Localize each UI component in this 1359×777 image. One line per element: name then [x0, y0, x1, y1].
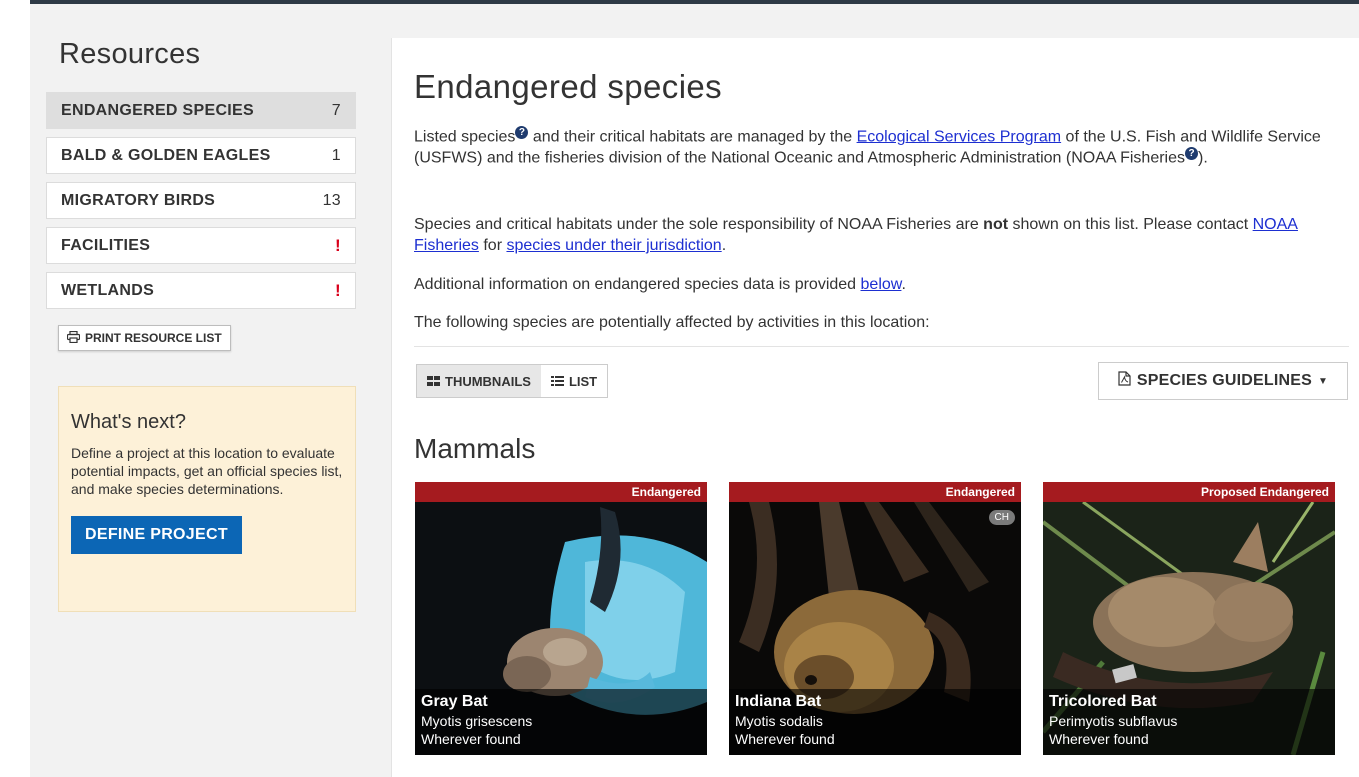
sidebar-item-facilities[interactable]: FACILITIES !	[46, 227, 356, 264]
species-caption: Indiana Bat Myotis sodalis Wherever foun…	[729, 689, 1021, 755]
whats-next-title: What's next?	[71, 411, 186, 433]
species-range: Wherever found	[421, 731, 521, 747]
sidebar-item-count: 13	[322, 191, 341, 209]
main-content: Endangered species Listed species? and t…	[391, 38, 1359, 777]
intro-paragraph: Listed species? and their critical habit…	[414, 126, 1349, 169]
list-icon	[550, 374, 564, 389]
print-resource-list-button[interactable]: PRINT RESOURCE LIST	[58, 325, 231, 351]
text-span: and their critical habitats are managed …	[528, 128, 857, 146]
species-caption: Tricolored Bat Perimyotis subflavus Wher…	[1043, 689, 1335, 755]
species-range: Wherever found	[735, 731, 835, 747]
pdf-file-icon	[1118, 371, 1131, 391]
list-view-button[interactable]: LIST	[541, 365, 607, 397]
ecological-services-link[interactable]: Ecological Services Program	[857, 128, 1062, 145]
page-left-gutter	[0, 0, 30, 777]
text-span: Listed species	[414, 128, 516, 146]
text-span: .	[721, 237, 727, 254]
text-span: Species and critical habitats under the …	[414, 216, 984, 233]
define-project-button[interactable]: DEFINE PROJECT	[71, 516, 242, 554]
species-common-name: Tricolored Bat	[1049, 693, 1157, 710]
sidebar-item-migratory-birds[interactable]: MIGRATORY BIRDS 13	[46, 182, 356, 219]
sidebar-item-label: BALD & GOLDEN EAGLES	[61, 146, 271, 164]
species-guidelines-dropdown[interactable]: SPECIES GUIDELINES ▼	[1098, 362, 1348, 400]
group-title-mammals: Mammals	[414, 433, 536, 464]
sidebar-item-count: 1	[331, 146, 341, 164]
warning-icon: !	[335, 235, 341, 255]
status-badge: Endangered	[415, 482, 707, 502]
sidebar-item-label: ENDANGERED SPECIES	[61, 101, 254, 119]
noaa-paragraph: Species and critical habitats under the …	[414, 214, 1349, 256]
below-link[interactable]: below	[861, 276, 902, 293]
top-border	[30, 0, 1359, 4]
text-span: shown on this list. Please contact	[1008, 216, 1253, 233]
whats-next-text: Define a project at this location to eva…	[71, 445, 343, 497]
status-badge: Proposed Endangered	[1043, 482, 1335, 502]
print-button-label: PRINT RESOURCE LIST	[85, 331, 222, 345]
species-card-gray-bat[interactable]: Endangered Gray Bat Myotis grisescens Wh…	[415, 482, 707, 755]
guidelines-label: SPECIES GUIDELINES	[1136, 372, 1313, 389]
sidebar-item-wetlands[interactable]: WETLANDS !	[46, 272, 356, 309]
species-card-tricolored-bat[interactable]: Proposed Endangered Tricolored Bat Perim…	[1043, 482, 1335, 755]
sidebar-item-endangered-species[interactable]: ENDANGERED SPECIES 7	[46, 92, 356, 129]
sidebar-item-label: MIGRATORY BIRDS	[61, 191, 216, 209]
status-badge: Endangered	[729, 482, 1021, 502]
sidebar-title: Resources	[59, 38, 201, 70]
warning-icon: !	[335, 280, 341, 300]
additional-info-paragraph: Additional information on endangered spe…	[414, 274, 1349, 295]
critical-habitat-badge: CH	[988, 510, 1015, 525]
sidebar-item-label: FACILITIES	[61, 236, 151, 254]
species-card-indiana-bat[interactable]: Endangered CH Indiana Bat Myotis sodalis…	[729, 482, 1021, 755]
caret-down-icon: ▼	[1318, 375, 1329, 387]
page-title: Endangered species	[414, 68, 723, 105]
whats-next-panel: What's next? Define a project at this lo…	[58, 386, 356, 612]
bold-text: not	[983, 216, 1009, 233]
species-caption: Gray Bat Myotis grisescens Wherever foun…	[415, 689, 707, 755]
text-span: .	[901, 276, 906, 293]
help-icon[interactable]: ?	[1185, 147, 1198, 161]
species-scientific-name: Myotis grisescens	[421, 713, 533, 729]
jurisdiction-link[interactable]: species under their jurisdiction	[506, 237, 721, 254]
species-common-name: Gray Bat	[421, 693, 488, 710]
thumbnails-view-button[interactable]: THUMBNAILS	[417, 365, 541, 397]
text-span: ).	[1198, 149, 1208, 167]
grid-icon	[427, 374, 440, 389]
species-scientific-name: Myotis sodalis	[735, 713, 823, 729]
sidebar-item-bald-golden-eagles[interactable]: BALD & GOLDEN EAGLES 1	[46, 137, 356, 174]
thumbnails-label: THUMBNAILS	[445, 373, 531, 389]
list-label: LIST	[568, 373, 598, 389]
resources-sidebar: Resources ENDANGERED SPECIES 7 BALD & GO…	[46, 38, 356, 612]
species-range: Wherever found	[1049, 731, 1149, 747]
species-common-name: Indiana Bat	[735, 693, 822, 710]
affected-species-text: The following species are potentially af…	[414, 314, 930, 331]
text-span: Additional information on endangered spe…	[414, 276, 861, 293]
help-icon[interactable]: ?	[515, 126, 529, 139]
species-scientific-name: Perimyotis subflavus	[1049, 713, 1178, 729]
sidebar-item-label: WETLANDS	[61, 281, 155, 299]
view-toggle: THUMBNAILS LIST	[416, 364, 609, 398]
printer-icon	[66, 330, 81, 346]
divider	[414, 346, 1349, 347]
sidebar-item-count: 7	[331, 101, 341, 119]
text-span: for	[478, 237, 507, 254]
